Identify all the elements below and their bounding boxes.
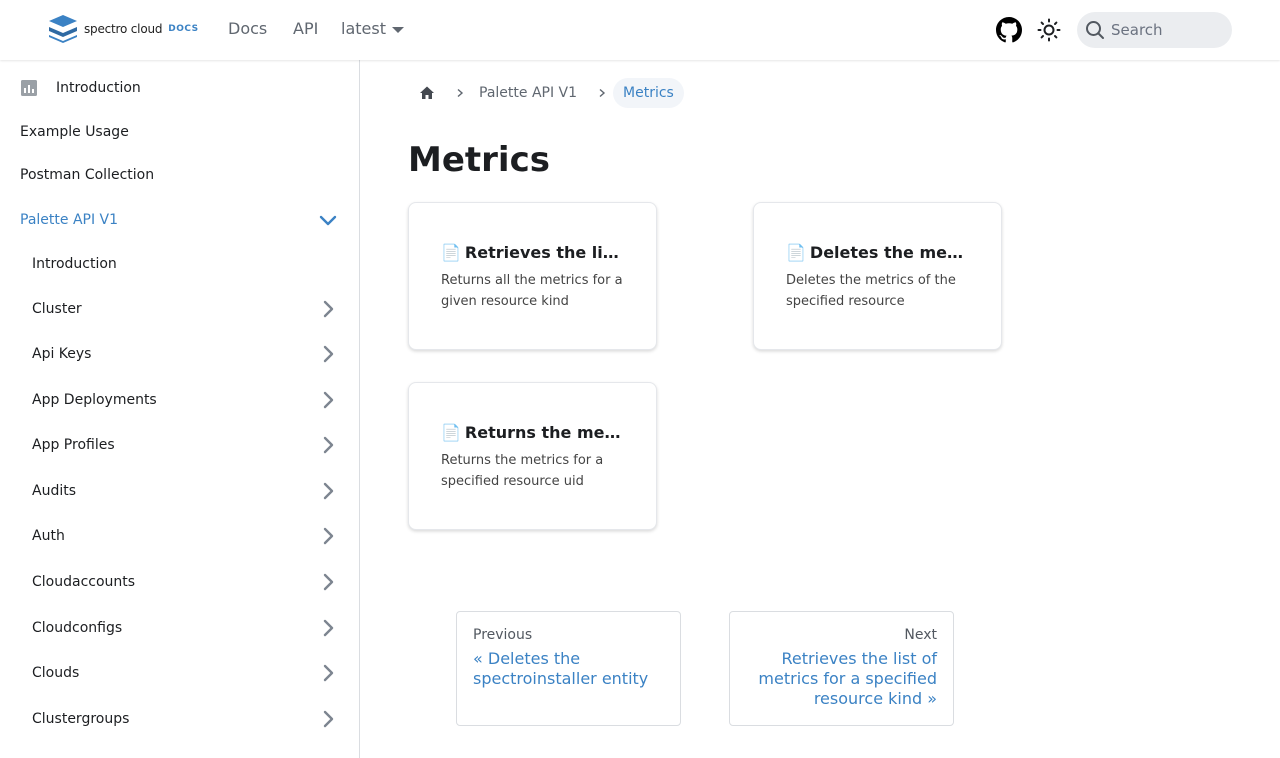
sidebar-item-app-profiles[interactable]: App Profiles: [0, 425, 359, 465]
sidebar-item-label: Cloudconfigs: [32, 620, 123, 636]
document-icon: 📄: [441, 243, 461, 262]
sidebar-item-label: Cluster: [32, 301, 82, 317]
sidebar-item-label: Introduction: [56, 80, 141, 96]
introduction-icon: [21, 80, 37, 96]
sidebar-item-introduction[interactable]: Introduction: [0, 68, 359, 108]
logo-wordmark: spectro cloud: [84, 22, 163, 36]
chevron-down-icon[interactable]: [319, 211, 337, 229]
pagination-next-label: Retrieves the list of metrics for a spec…: [758, 649, 937, 708]
spectro-cloud-logo-icon: [49, 15, 77, 43]
chevron-right-icon[interactable]: [319, 710, 337, 728]
logo-docs-label: DOCS: [168, 24, 199, 34]
caret-down-icon: [391, 26, 404, 33]
breadcrumb-current: Metrics: [613, 77, 684, 108]
sidebar-item-cloudconfigs[interactable]: Cloudconfigs: [0, 608, 359, 648]
sidebar-item-label: Clustergroups: [32, 711, 130, 727]
chevron-right-icon[interactable]: [319, 664, 337, 682]
sidebar-item-example-usage[interactable]: Example Usage: [0, 112, 359, 152]
breadcrumb-separator-icon: [457, 88, 464, 97]
card-title: 📄Retrieves the list of metrics for a spe…: [441, 243, 624, 262]
document-icon: 📄: [441, 423, 461, 442]
sidebar-item-label: Clouds: [32, 665, 80, 681]
search-placeholder: Search: [1111, 21, 1163, 39]
main-content: Palette API V1 Metrics Metrics 📄 Retrieve…: [360, 60, 1280, 758]
chevron-right-icon[interactable]: [319, 436, 337, 454]
spectro-cloud-logo[interactable]: spectro cloud DOCS: [47, 15, 199, 43]
nav-link-docs[interactable]: Docs: [228, 19, 267, 38]
sidebar-item-postman-collection[interactable]: Postman Collection: [0, 155, 359, 195]
chevron-right-icon[interactable]: [319, 619, 337, 637]
theme-toggle-sun-icon[interactable]: [1037, 18, 1061, 42]
chevron-right-icon[interactable]: [319, 482, 337, 500]
sidebar: Introduction Example Usage Postman Colle…: [0, 60, 360, 758]
breadcrumb: Palette API V1 Metrics: [408, 76, 684, 109]
search-icon: [1086, 21, 1104, 39]
chevron-right-icon[interactable]: [319, 573, 337, 591]
card-title: 📄Deletes the metrics of the specified re…: [786, 243, 969, 262]
sidebar-item-label: Postman Collection: [20, 167, 155, 183]
sidebar-item-label: Introduction: [32, 256, 117, 272]
sidebar-item-label: App Deployments: [32, 392, 157, 408]
sidebar-item-cluster[interactable]: Cluster: [0, 289, 359, 329]
pagination-previous-sublabel: Previous: [473, 627, 533, 643]
card-description: Returns the metrics for a specified reso…: [441, 453, 604, 489]
sidebar-item-label: Example Usage: [20, 124, 129, 140]
doc-card[interactable]: 📄Retrieves the list of metrics for a spe…: [408, 202, 657, 350]
sidebar-item-clouds[interactable]: Clouds: [0, 653, 359, 693]
chevron-right-icon[interactable]: [319, 391, 337, 409]
doc-card[interactable]: 📄 Deletes the metrics of the specified re…: [753, 202, 1002, 350]
github-icon[interactable]: [996, 17, 1022, 43]
card-description: Deletes the metrics of the specified res…: [786, 273, 956, 309]
home-icon[interactable]: [419, 85, 435, 101]
sidebar-item-clustergroups[interactable]: Clustergroups: [0, 699, 359, 739]
sidebar-item-label: Auth: [32, 528, 65, 544]
breadcrumb-link-palette-api-v1[interactable]: Palette API V1: [479, 85, 577, 101]
pagination-previous-label: « Deletes the spectroinstaller entity: [473, 649, 649, 688]
top-navbar: spectro cloud DOCS Docs API latest Searc…: [0, 0, 1280, 60]
version-label: latest: [341, 19, 386, 38]
sidebar-item-label: Palette API V1: [20, 212, 119, 228]
version-dropdown[interactable]: latest: [341, 19, 404, 38]
sidebar-item-label: App Profiles: [32, 437, 115, 453]
card-description: Returns all the metrics for a given reso…: [441, 273, 623, 309]
sidebar-item-label: Api Keys: [32, 346, 92, 362]
pagination-previous[interactable]: Previous « Deletes the spectroinstaller …: [456, 611, 681, 726]
chevron-right-icon[interactable]: [319, 527, 337, 545]
sidebar-item-label: Cloudaccounts: [32, 574, 136, 590]
nav-link-api[interactable]: API: [293, 19, 318, 38]
sidebar-item-app-deployments[interactable]: App Deployments: [0, 380, 359, 420]
pagination-next-sublabel: Next: [904, 627, 937, 643]
sidebar-item-cloudaccounts[interactable]: Cloudaccounts: [0, 562, 359, 602]
card-title: 📄Returns the metrics for a specified res…: [441, 423, 624, 442]
breadcrumb-separator-icon: [599, 88, 606, 97]
sidebar-item-palette-api-v1[interactable]: Palette API V1: [0, 200, 359, 240]
search-button[interactable]: Search: [1077, 12, 1232, 48]
document-icon: 📄: [786, 243, 806, 262]
chevron-right-icon[interactable]: [319, 345, 337, 363]
sidebar-item-api-keys[interactable]: Api Keys: [0, 334, 359, 374]
chevron-right-icon[interactable]: [319, 300, 337, 318]
sidebar-item-auth[interactable]: Auth: [0, 516, 359, 556]
sidebar-item-audits[interactable]: Audits: [0, 471, 359, 511]
doc-card[interactable]: 📄 Returns the metrics for a specified res…: [408, 382, 657, 530]
pagination-next[interactable]: Next Retrieves the list of metrics for a…: [729, 611, 954, 726]
page-title: Metrics: [408, 140, 550, 180]
sidebar-item-api-introduction[interactable]: Introduction: [0, 244, 359, 284]
sidebar-item-label: Audits: [32, 483, 77, 499]
